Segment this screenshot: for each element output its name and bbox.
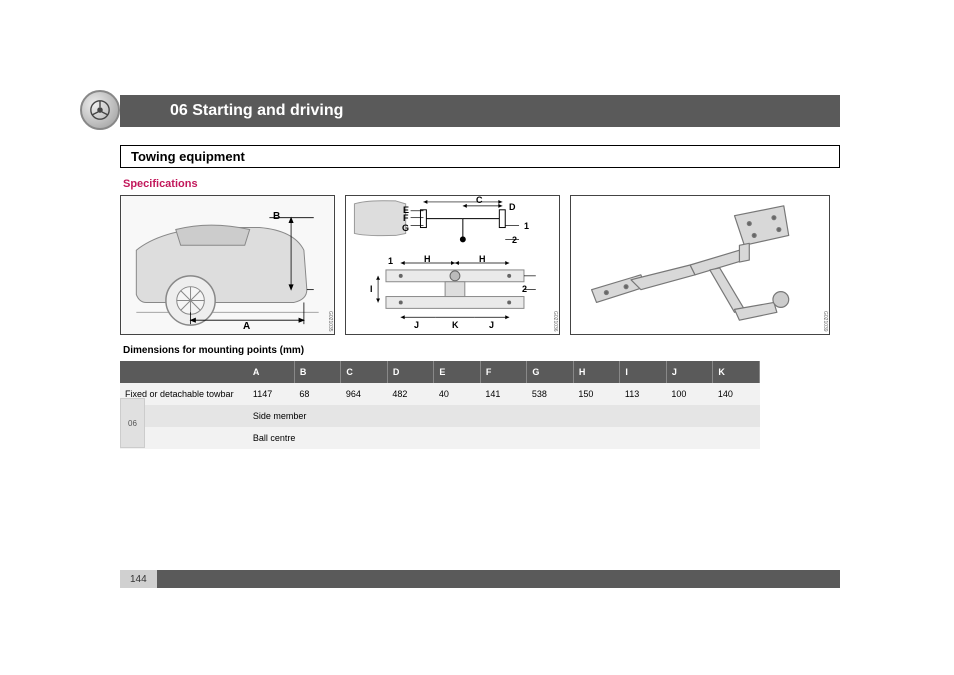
- col-i: I: [620, 361, 667, 383]
- dim-label-h2: H: [479, 254, 486, 264]
- col-d: D: [387, 361, 434, 383]
- col-c: C: [341, 361, 388, 383]
- diagram-row: B A G021035: [120, 195, 840, 335]
- dim-label-g: G: [402, 223, 409, 233]
- col-k: K: [713, 361, 760, 383]
- dim-label-n2b: 2: [522, 284, 527, 294]
- diagram-side-view: B A G021035: [120, 195, 335, 335]
- col-b: B: [294, 361, 341, 383]
- chapter-side-tab: 06: [120, 398, 145, 448]
- table-row: 1 Side member: [120, 405, 760, 427]
- section-heading: Towing equipment: [120, 145, 840, 168]
- dim-label-k: K: [452, 320, 459, 330]
- chapter-header: 06 Starting and driving: [120, 95, 840, 127]
- table-row: Fixed or detachable towbar 1147 68 964 4…: [120, 383, 760, 405]
- dim-label-c: C: [476, 195, 483, 205]
- diagram-towbar-perspective: G021039: [570, 195, 830, 335]
- table-row: 2 Ball centre: [120, 427, 760, 449]
- diagram-code: G021035: [327, 311, 333, 332]
- table-header-row: A B C D E F G H I J K: [120, 361, 760, 383]
- col-h: H: [573, 361, 620, 383]
- dim-label-j1: J: [414, 320, 419, 330]
- dim-label-j2: J: [489, 320, 494, 330]
- col-e: E: [434, 361, 481, 383]
- page-number: 144: [120, 570, 157, 588]
- dimensions-table: A B C D E F G H I J K Fixed or detachabl…: [120, 361, 760, 449]
- table-header-empty: [120, 361, 248, 383]
- dim-label-n1b: 1: [388, 256, 393, 266]
- dim-label-i: I: [370, 284, 373, 294]
- dim-label-f: F: [403, 213, 409, 223]
- page-content: 06 Starting and driving Towing equipment…: [120, 95, 840, 449]
- col-j: J: [666, 361, 713, 383]
- dim-label-n2a: 2: [512, 235, 517, 245]
- dim-label-h1: H: [424, 254, 431, 264]
- dim-label-d: D: [509, 202, 516, 212]
- dim-label-b: B: [273, 211, 280, 222]
- chapter-title: 06 Starting and driving: [170, 102, 343, 120]
- table-title: Dimensions for mounting points (mm): [120, 345, 840, 356]
- col-a: A: [248, 361, 295, 383]
- dim-label-a: A: [243, 321, 250, 332]
- subsection-heading: Specifications: [120, 178, 840, 190]
- col-f: F: [480, 361, 527, 383]
- dim-label-n1a: 1: [524, 221, 529, 231]
- col-g: G: [527, 361, 574, 383]
- diagram-code: G021039: [822, 311, 828, 332]
- steering-wheel-icon: [80, 90, 120, 130]
- page-footer: 144: [120, 570, 840, 588]
- diagram-code: G021036: [552, 311, 558, 332]
- diagram-top-view: C D E F G 1 2 1 H H I 2 J K J G021036: [345, 195, 560, 335]
